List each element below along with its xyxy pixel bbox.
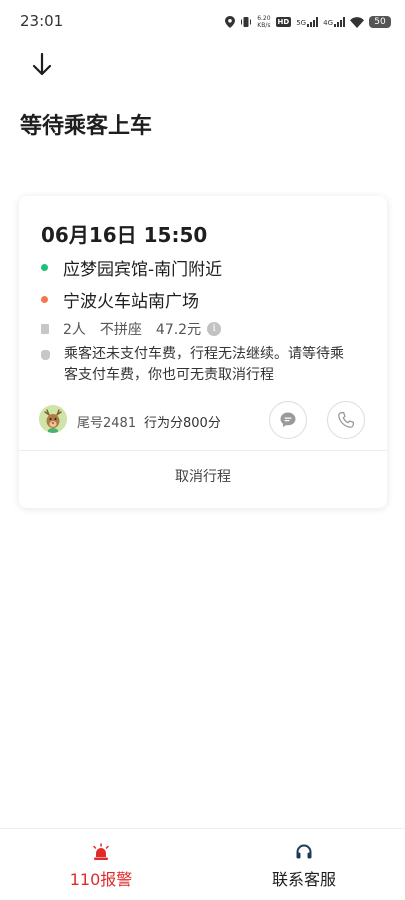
status-time: 23:01: [20, 12, 64, 30]
customer-service-button[interactable]: 联系客服: [203, 829, 405, 900]
net-speed-unit: KB/s: [257, 22, 271, 29]
battery-icon: 50: [369, 16, 391, 28]
avatar: [39, 405, 67, 433]
service-icon-wrap: [203, 843, 405, 863]
police-label: 110报警: [69, 870, 133, 889]
signal-bars-icon: [307, 17, 319, 27]
trip-info-row: 2人 不拼座 47.2元 i: [41, 319, 222, 339]
start-location-row: 应梦园宾馆-南门附近: [41, 255, 222, 280]
end-location-row: 宁波火车站南广场: [41, 287, 199, 312]
passenger-row: 尾号2481 行为分800分: [39, 401, 369, 441]
deer-avatar-icon: [39, 405, 67, 433]
payment-notice-row: 乘客还未支付车费，行程无法继续。请等待乘客支付车费，你也可无责取消行程: [41, 344, 371, 386]
start-location: 应梦园宾馆-南门附近: [63, 260, 223, 280]
network-5g-label: 5G: [296, 19, 307, 27]
police-110-button[interactable]: 110报警: [0, 829, 202, 900]
start-dot-icon: [41, 264, 48, 271]
alarm-siren-icon: [93, 843, 109, 860]
service-label: 联系客服: [271, 870, 336, 889]
message-button[interactable]: [269, 401, 307, 439]
back-button[interactable]: [28, 50, 56, 80]
net-speed: 6.20 KB/s: [257, 15, 270, 29]
network-4g-label: 4G: [323, 19, 333, 27]
page-title: 等待乘客上车: [20, 114, 153, 139]
net-speed-value: 6.20: [257, 15, 271, 22]
hd-badge: HD: [275, 17, 292, 27]
info-icon[interactable]: i: [207, 322, 222, 336]
ride-time: 06月16日 15:50: [41, 223, 208, 247]
status-icons: 6.20 KB/s HD 5G 4G 50: [225, 13, 391, 31]
signal-bars-icon: [334, 17, 345, 27]
end-location: 宁波火车站南广场: [63, 292, 199, 312]
wifi-icon: [350, 16, 364, 28]
vibrate-icon: [241, 17, 252, 27]
network-5g: 5G: [296, 17, 319, 27]
behavior-score: 行为分800分: [144, 416, 221, 431]
end-dot-icon: [41, 296, 48, 303]
page: 23:01 6.20 KB/s HD 5G 4G 50 等待乘客上车 06月16…: [0, 0, 405, 900]
order-card: 06月16日 15:50 应梦园宾馆-南门附近 宁波火车站南广场 2人 不拼座 …: [19, 196, 387, 508]
seat-icon: [41, 324, 49, 334]
police-icon-wrap: [0, 843, 202, 863]
money-bag-icon: [41, 350, 50, 360]
payment-notice: 乘客还未支付车费，行程无法继续。请等待乘客支付车费，你也可无责取消行程: [64, 346, 344, 383]
passenger-tail-number: 尾号2481: [77, 416, 137, 431]
chat-bubble-icon: [280, 412, 296, 427]
arrow-down-icon: [32, 52, 52, 76]
cancel-trip-button[interactable]: 取消行程: [19, 451, 387, 508]
phone-icon: [338, 411, 355, 428]
status-bar: 23:01 6.20 KB/s HD 5G 4G 50: [0, 0, 405, 44]
network-4g: 4G: [323, 17, 345, 27]
passenger-count: 2人: [63, 322, 86, 338]
carpool-status: 不拼座: [99, 322, 142, 338]
location-icon: [225, 16, 236, 28]
fare: 47.2元: [155, 322, 202, 338]
bottom-bar: 110报警 联系客服: [0, 828, 405, 900]
headset-icon: [296, 844, 312, 859]
call-button[interactable]: [327, 401, 365, 439]
